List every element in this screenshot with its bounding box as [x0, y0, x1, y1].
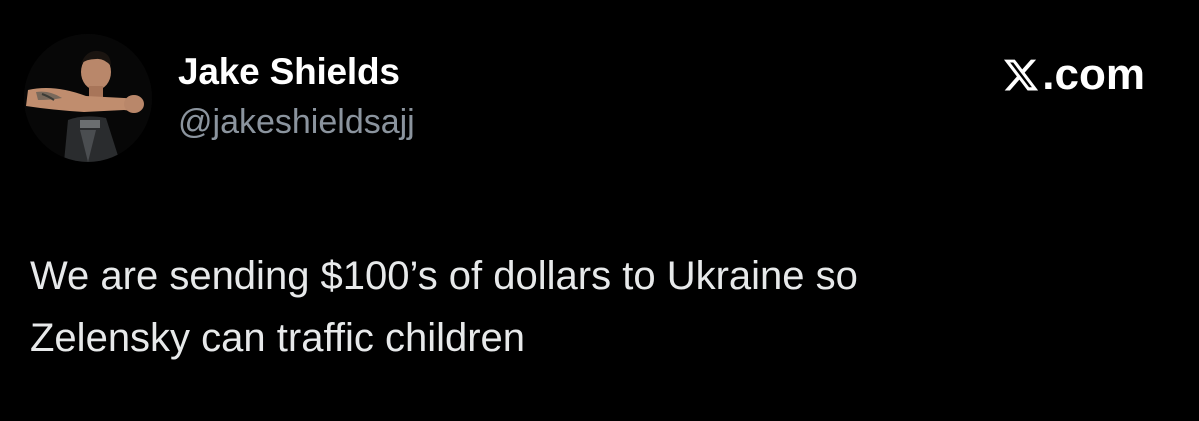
tweet-card: Jake Shields @jakeshieldsajj .com We are…	[0, 0, 1199, 421]
tweet-body: We are sending $100’s of dollars to Ukra…	[30, 245, 1150, 369]
x-logo-icon	[1004, 59, 1039, 91]
tweet-text-line: We are sending $100’s of dollars to Ukra…	[30, 254, 858, 298]
author-handle[interactable]: @jakeshieldsajj	[178, 102, 415, 142]
author-display-name[interactable]: Jake Shields	[178, 50, 415, 94]
author-avatar[interactable]	[24, 34, 152, 162]
tweet-text-line: Zelensky can traffic children	[30, 316, 526, 360]
profile-photo	[24, 34, 152, 162]
x-brand-watermark: .com	[1002, 50, 1145, 100]
brand-domain-label: .com	[1042, 50, 1145, 99]
author-info: Jake Shields @jakeshieldsajj	[178, 50, 415, 142]
